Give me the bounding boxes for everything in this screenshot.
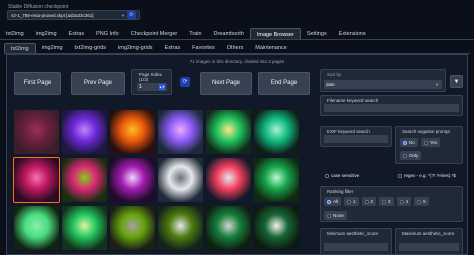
gallery-refresh-button[interactable]: ⟳ [180, 77, 190, 87]
page-index-label: Page Index (1/3) [139, 72, 162, 82]
checkbox-icon [398, 173, 402, 178]
gallery-thumbnail[interactable] [254, 158, 299, 202]
ranking-option-label: None [333, 213, 344, 218]
sort-direction-button[interactable]: ▼ [450, 75, 463, 88]
max-aesthetic-input[interactable] [399, 243, 459, 251]
negative-option-label: No [409, 140, 415, 145]
max-aesthetic-label: Maximum aesthetic_score [402, 231, 455, 236]
gallery-thumbnail[interactable] [110, 206, 155, 250]
regex-label: regex - e.g. ^(?!.*Hires).*$ [404, 173, 456, 178]
gallery-thumbnail[interactable] [206, 206, 251, 250]
min-aesthetic-label: Minimum aesthetic_score [327, 231, 379, 236]
gallery-thumbnail[interactable] [62, 158, 107, 202]
refresh-icon: ⟳ [129, 12, 134, 18]
gallery-thumbnail[interactable] [14, 206, 59, 250]
ranking-option-label: 3 [388, 199, 391, 204]
negative-option-label: Only [409, 153, 419, 158]
radio-icon [423, 140, 428, 145]
ranking-option-label: 4 [405, 199, 409, 204]
regex-checkbox[interactable]: regex - e.g. ^(?!.*Hires).*$ [395, 171, 459, 180]
image-gallery [13, 110, 304, 255]
gallery-thumbnail[interactable] [254, 110, 299, 154]
sort-by-box: Sort by date ▼ [320, 69, 446, 92]
filename-keyword-label: Filename keyword search [327, 98, 379, 103]
case-sensitive-checkbox[interactable]: case sensitive [322, 171, 362, 180]
gallery-thumbnail[interactable] [62, 110, 107, 154]
chevron-down-icon: ▼ [435, 82, 439, 87]
exif-keyword-label: EXIF keyword search [327, 129, 370, 134]
chevron-down-icon: ▼ [121, 13, 125, 18]
sort-by-value: date [326, 82, 335, 87]
negative-option-label: Yes [429, 140, 438, 145]
case-sensitive-label: case sensitive [331, 173, 360, 178]
exif-keyword-input[interactable] [324, 135, 388, 143]
negative-option-only[interactable]: Only [400, 151, 422, 160]
min-aesthetic-input[interactable] [324, 243, 388, 251]
radio-icon [347, 199, 352, 204]
checkbox-icon [325, 173, 329, 178]
radio-icon [403, 153, 407, 158]
directory-status: 71 images in this directory, divided int… [189, 59, 285, 64]
next-page-button[interactable]: Next Page [200, 72, 252, 95]
ranking-option-none[interactable]: None [324, 211, 347, 220]
ranking-option-all[interactable]: All [324, 197, 342, 206]
sort-by-dropdown[interactable]: date ▼ [324, 80, 442, 89]
radio-selected-icon [327, 199, 331, 204]
ranking-option-5[interactable]: 5 [414, 197, 429, 206]
checkpoint-refresh-button[interactable]: ⟳ [127, 11, 136, 19]
ranking-option-4[interactable]: 4 [396, 197, 412, 206]
ranking-option-label: 5 [423, 199, 426, 204]
gallery-thumbnail[interactable] [206, 158, 251, 202]
filename-keyword-input[interactable] [324, 104, 459, 112]
ranking-option-2[interactable]: 2 [361, 197, 377, 206]
ranking-option-label: All [333, 199, 339, 204]
filename-keyword-field: Filename keyword search [320, 95, 463, 116]
checkpoint-dropdown[interactable]: v2-1_768-ema-pruned.ckpt [ad2a33c361] ▼ [7, 10, 140, 20]
sub-tabs-divider [4, 53, 470, 54]
search-negative-prompt-group: Search negative prompt No Yes Only [395, 126, 463, 164]
gallery-thumbnail[interactable] [206, 110, 251, 154]
ranking-option-1[interactable]: 1 [344, 197, 359, 206]
prev-page-button[interactable]: Prev Page [71, 72, 125, 95]
negative-option-no[interactable]: No [400, 138, 418, 147]
gallery-thumbnail[interactable] [110, 110, 155, 154]
ranking-filter-group: Ranking filter All 1 2 3 4 5 None [320, 186, 463, 222]
sort-by-label: Sort by [327, 72, 342, 77]
exif-keyword-field: EXIF keyword search [320, 126, 392, 147]
min-aesthetic-field: Minimum aesthetic_score [320, 228, 392, 255]
negative-option-yes[interactable]: Yes [420, 138, 441, 147]
page-index-box: Page Index (1/3) 1 ▲▼ [131, 69, 172, 95]
radio-icon [364, 199, 369, 204]
gallery-thumbnail[interactable] [254, 206, 299, 250]
gallery-thumbnail[interactable] [14, 110, 59, 154]
radio-selected-icon [403, 140, 407, 145]
gallery-thumbnail[interactable] [62, 206, 107, 250]
gallery-thumbnail[interactable] [158, 110, 203, 154]
page-index-input[interactable]: 1 ▲▼ [137, 83, 167, 91]
ranking-option-3[interactable]: 3 [379, 197, 394, 206]
radio-icon [417, 199, 422, 204]
max-aesthetic-field: Maximum aesthetic_score [395, 228, 463, 255]
gallery-thumbnail[interactable] [158, 206, 203, 250]
ranking-option-label: 2 [370, 199, 374, 204]
radio-icon [382, 199, 387, 204]
gallery-thumbnail[interactable] [110, 158, 155, 202]
end-page-button[interactable]: End Page [258, 72, 310, 95]
sort-direction-icon: ▼ [453, 79, 460, 85]
main-tabs-divider [0, 39, 474, 40]
refresh-icon: ⟳ [182, 79, 188, 85]
gallery-thumbnail[interactable] [13, 157, 60, 203]
page-index-value: 1 [139, 84, 142, 90]
radio-icon [327, 213, 331, 218]
radio-icon [399, 199, 404, 204]
first-page-button[interactable]: First Page [14, 72, 61, 95]
ranking-filter-label: Ranking filter [327, 189, 354, 194]
gallery-thumbnail[interactable] [158, 158, 203, 202]
search-negative-label: Search negative prompt [402, 129, 450, 134]
checkpoint-value: v2-1_768-ema-pruned.ckpt [ad2a33c361] [11, 13, 94, 18]
page-stepper-icon[interactable]: ▲▼ [159, 84, 165, 90]
ranking-option-label: 1 [353, 199, 356, 204]
